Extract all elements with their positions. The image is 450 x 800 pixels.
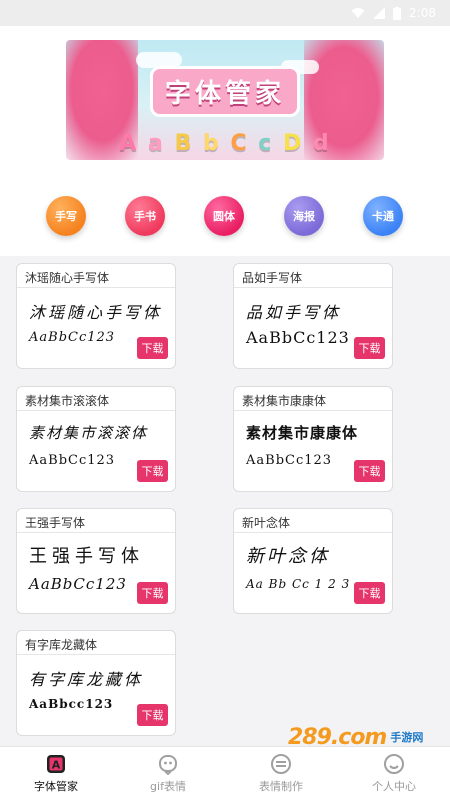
tab-label: gif表情 bbox=[150, 780, 186, 793]
download-button[interactable]: 下载 bbox=[354, 460, 385, 482]
tab-label: 个人中心 bbox=[372, 780, 416, 793]
status-bar: 2:08 bbox=[0, 0, 450, 26]
font-sample: 有字库龙藏体 bbox=[29, 670, 144, 689]
font-sample: 素材集市康康体 bbox=[246, 424, 359, 442]
tab-label: 表情制作 bbox=[259, 780, 303, 793]
tab-gif-emoji[interactable]: gif表情 bbox=[112, 747, 224, 800]
category-handwriting[interactable]: 手写 bbox=[46, 196, 86, 236]
font-alphabet-sample: AaBbCc123 bbox=[29, 330, 116, 345]
font-card[interactable]: 品如手写体 品如手写体 AaBbCc123 下载 bbox=[233, 263, 393, 369]
banner-title: 字体管家 bbox=[149, 66, 301, 117]
font-alphabet-sample: AaBbcc123 bbox=[29, 697, 114, 711]
category-label: 海报 bbox=[293, 210, 315, 223]
watermark-sub: 手游网 bbox=[390, 731, 424, 744]
font-name: 新叶念体 bbox=[242, 516, 291, 530]
font-sample: 王强手写体 bbox=[29, 546, 144, 567]
divider bbox=[234, 287, 392, 288]
banner-letter: b bbox=[203, 131, 221, 156]
font-card[interactable]: 素材集市康康体 素材集市康康体 AaBbCc123 下载 bbox=[233, 386, 393, 492]
font-sample: 品如手写体 bbox=[246, 303, 342, 322]
font-card[interactable]: 有字库龙藏体 有字库龙藏体 AaBbcc123 下载 bbox=[16, 630, 176, 736]
wifi-icon bbox=[351, 7, 365, 19]
category-round[interactable]: 圆体 bbox=[204, 196, 244, 236]
category-poster[interactable]: 海报 bbox=[284, 196, 324, 236]
font-name: 素材集市康康体 bbox=[242, 394, 327, 408]
font-alphabet-sample: AaBbCc123 bbox=[29, 453, 116, 468]
font-alphabet-sample: AaBbCc123 bbox=[246, 453, 333, 468]
banner-letter: A bbox=[119, 131, 139, 156]
banner-letter: c bbox=[258, 131, 274, 156]
category-brush[interactable]: 手书 bbox=[125, 196, 165, 236]
signal-icon bbox=[373, 7, 386, 19]
face-icon bbox=[157, 753, 179, 776]
font-name: 王强手写体 bbox=[25, 516, 86, 530]
divider bbox=[17, 654, 175, 655]
category-label: 手书 bbox=[134, 210, 156, 223]
category-label: 卡通 bbox=[372, 210, 394, 223]
divider bbox=[17, 532, 175, 533]
download-button[interactable]: 下载 bbox=[137, 582, 168, 604]
divider bbox=[234, 532, 392, 533]
divider bbox=[17, 410, 175, 411]
tab-emoji-maker[interactable]: 表情制作 bbox=[225, 747, 337, 800]
font-name: 素材集市滚滚体 bbox=[25, 394, 110, 408]
download-button[interactable]: 下载 bbox=[137, 337, 168, 359]
banner-letter: d bbox=[312, 131, 331, 156]
font-name: 品如手写体 bbox=[242, 271, 303, 285]
divider bbox=[234, 410, 392, 411]
font-card[interactable]: 素材集市滚滚体 素材集市滚滚体 AaBbCc123 下载 bbox=[16, 386, 176, 492]
category-label: 手写 bbox=[55, 210, 77, 223]
hero-banner[interactable]: 字体管家 A a B b C c D d bbox=[66, 40, 384, 160]
category-bar: 手写 手书 圆体 海报 卡通 bbox=[0, 196, 450, 246]
battery-icon bbox=[393, 6, 402, 20]
banner-letters: A a B b C c D d bbox=[119, 131, 330, 156]
tab-label: 字体管家 bbox=[34, 780, 78, 793]
font-alphabet-sample: AaBbCc123 bbox=[29, 575, 127, 593]
font-sample: 新叶念体 bbox=[246, 546, 330, 567]
download-button[interactable]: 下载 bbox=[354, 582, 385, 604]
banner-letter: B bbox=[174, 131, 194, 156]
download-button[interactable]: 下载 bbox=[137, 460, 168, 482]
font-sample: 素材集市滚滚体 bbox=[29, 424, 149, 442]
download-button[interactable]: 下载 bbox=[354, 337, 385, 359]
font-a-icon: A bbox=[45, 753, 67, 775]
bottom-tab-bar: A 字体管家 gif表情 表情制作 个人中心 bbox=[0, 746, 450, 800]
font-card[interactable]: 王强手写体 王强手写体 AaBbCc123 下载 bbox=[16, 508, 176, 614]
font-card[interactable]: 沐瑶随心手写体 沐瑶随心手写体 AaBbCc123 下载 bbox=[16, 263, 176, 369]
category-cartoon[interactable]: 卡通 bbox=[363, 196, 403, 236]
banner-letter: D bbox=[282, 131, 304, 156]
font-alphabet-sample: AaBbCc123 bbox=[246, 328, 350, 347]
download-button[interactable]: 下载 bbox=[137, 704, 168, 726]
font-name: 沐瑶随心手写体 bbox=[25, 271, 110, 285]
tab-font-manager[interactable]: A 字体管家 bbox=[0, 747, 112, 800]
svg-text:A: A bbox=[52, 759, 61, 772]
category-label: 圆体 bbox=[213, 210, 235, 223]
font-card[interactable]: 新叶念体 新叶念体 Aa Bb Cc 1 2 3 下载 bbox=[233, 508, 393, 614]
banner-letter: C bbox=[230, 131, 249, 156]
divider bbox=[17, 287, 175, 288]
font-alphabet-sample: Aa Bb Cc 1 2 3 bbox=[246, 577, 351, 591]
status-time: 2:08 bbox=[409, 6, 436, 20]
tab-profile[interactable]: 个人中心 bbox=[338, 747, 450, 800]
user-icon bbox=[383, 753, 405, 775]
edit-icon bbox=[270, 753, 292, 775]
font-sample: 沐瑶随心手写体 bbox=[29, 303, 163, 322]
font-name: 有字库龙藏体 bbox=[25, 638, 98, 652]
banner-letter: a bbox=[148, 131, 165, 156]
